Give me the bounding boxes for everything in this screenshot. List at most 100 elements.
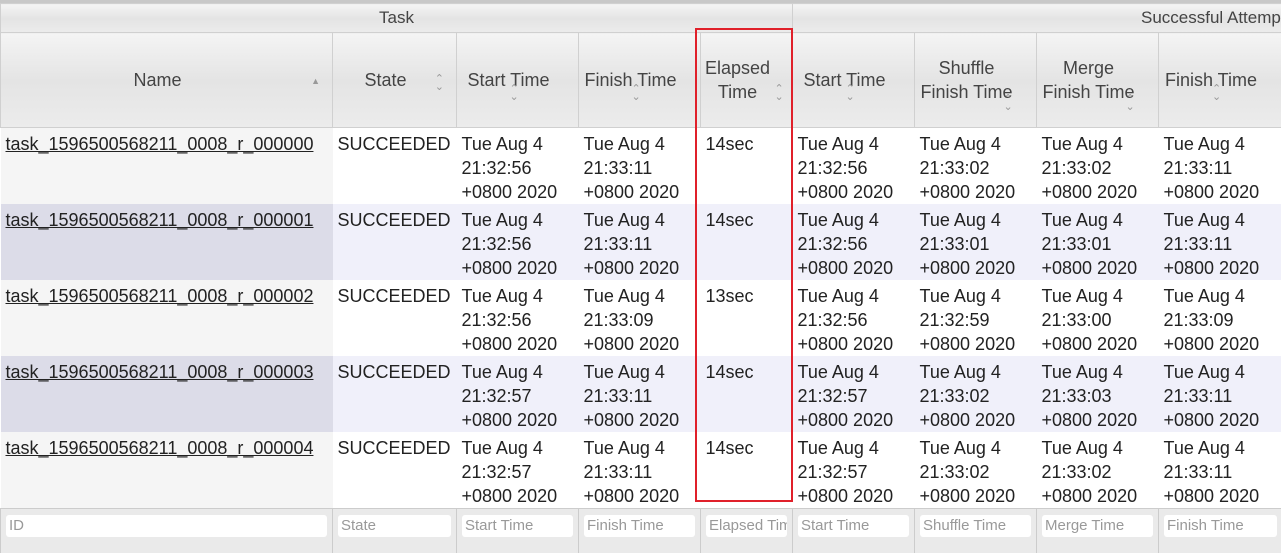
cell-finish-time: Tue Aug 4 21:33:11 +0800 2020 bbox=[579, 204, 701, 280]
cell-start-time: Tue Aug 4 21:32:56 +0800 2020 bbox=[457, 128, 579, 205]
column-header-attempt-start-time[interactable]: Start Time⌃⌄ bbox=[793, 33, 915, 128]
cell-elapsed-time: 14sec bbox=[701, 128, 793, 205]
column-header-name[interactable]: Name ▲ bbox=[1, 33, 333, 128]
cell-merge-finish-time: Tue Aug 4 21:33:01 +0800 2020 bbox=[1037, 204, 1159, 280]
task-link[interactable]: task_1596500568211_0008_r_000004 bbox=[6, 438, 314, 458]
column-header-elapsed-time[interactable]: Elapsed Time ⌃⌄ bbox=[701, 33, 793, 128]
filter-cell: Shuffle Time bbox=[915, 509, 1037, 553]
cell-finish-time: Tue Aug 4 21:33:11 +0800 2020 bbox=[579, 128, 701, 205]
filter-cell: Start Time bbox=[457, 509, 579, 553]
column-header-label: Name bbox=[133, 70, 181, 90]
cell-elapsed-time: 14sec bbox=[701, 356, 793, 432]
table-row: task_1596500568211_0008_r_000003 SUCCEEDE… bbox=[1, 356, 1281, 432]
column-header-label: State bbox=[364, 70, 406, 90]
filter-cell: Finish Time bbox=[579, 509, 701, 553]
filter-input-attempt-start-time[interactable]: Start Time bbox=[798, 515, 909, 537]
cell-finish-time: Tue Aug 4 21:33:11 +0800 2020 bbox=[579, 432, 701, 509]
cell-attempt-finish-time: Tue Aug 4 21:33:09 +0800 2020 bbox=[1159, 280, 1281, 356]
cell-attempt-finish-time: Tue Aug 4 21:33:11 +0800 2020 bbox=[1159, 128, 1281, 205]
cell-name: task_1596500568211_0008_r_000002 bbox=[1, 280, 333, 356]
cell-name: task_1596500568211_0008_r_000003 bbox=[1, 356, 333, 432]
filter-input-elapsed-time[interactable]: Elapsed Time bbox=[706, 515, 787, 537]
column-header-start-time[interactable]: Start Time⌃⌄ bbox=[457, 33, 579, 128]
cell-state: SUCCEEDED bbox=[333, 432, 457, 509]
filter-input-start-time[interactable]: Start Time bbox=[462, 515, 573, 537]
column-header-finish-time[interactable]: Finish Time⌃⌄ bbox=[579, 33, 701, 128]
sort-both-icon[interactable]: ⌃⌄ bbox=[775, 85, 784, 101]
filter-cell: Finish Time bbox=[1159, 509, 1281, 553]
cell-start-time: Tue Aug 4 21:32:57 +0800 2020 bbox=[457, 432, 579, 509]
sort-both-icon[interactable]: ⌃⌄ bbox=[632, 85, 641, 101]
filter-cell: Start Time bbox=[793, 509, 915, 553]
cell-merge-finish-time: Tue Aug 4 21:33:03 +0800 2020 bbox=[1037, 356, 1159, 432]
cell-state: SUCCEEDED bbox=[333, 356, 457, 432]
cell-start-time: Tue Aug 4 21:32:56 +0800 2020 bbox=[457, 204, 579, 280]
cell-shuffle-finish-time: Tue Aug 4 21:33:02 +0800 2020 bbox=[915, 128, 1037, 205]
column-header-label: Elapsed Time bbox=[705, 58, 770, 102]
filter-cell: ID bbox=[1, 509, 333, 553]
cell-state: SUCCEEDED bbox=[333, 128, 457, 205]
filter-row: ID State Start Time Finish Time Elapsed Time… bbox=[1, 509, 1281, 553]
cell-start-time: Tue Aug 4 21:32:57 +0800 2020 bbox=[457, 356, 579, 432]
sort-both-icon[interactable]: ⌃⌄ bbox=[846, 85, 855, 101]
cell-elapsed-time: 14sec bbox=[701, 204, 793, 280]
cell-attempt-start-time: Tue Aug 4 21:32:56 +0800 2020 bbox=[793, 128, 915, 205]
sort-both-icon[interactable]: ⌃⌄ bbox=[1126, 95, 1135, 111]
filter-cell: Merge Time bbox=[1037, 509, 1159, 553]
column-header-merge-finish-time[interactable]: Merge Finish Time⌃⌄ bbox=[1037, 33, 1159, 128]
column-header-label: Start Time bbox=[803, 70, 885, 90]
group-header-task: Task bbox=[1, 4, 793, 33]
column-header-attempt-finish-time[interactable]: Finish Time⌃⌄ bbox=[1159, 33, 1281, 128]
sort-both-icon[interactable]: ⌃⌄ bbox=[1212, 85, 1221, 101]
cell-merge-finish-time: Tue Aug 4 21:33:02 +0800 2020 bbox=[1037, 432, 1159, 509]
column-header-label: Start Time bbox=[467, 70, 549, 90]
tasks-table: Task Successful Attempt Name▲State⌃⌄Star… bbox=[0, 3, 1281, 553]
cell-merge-finish-time: Tue Aug 4 21:33:00 +0800 2020 bbox=[1037, 280, 1159, 356]
filter-cell: Elapsed Time bbox=[701, 509, 793, 553]
cell-shuffle-finish-time: Tue Aug 4 21:33:01 +0800 2020 bbox=[915, 204, 1037, 280]
cell-attempt-finish-time: Tue Aug 4 21:33:11 +0800 2020 bbox=[1159, 204, 1281, 280]
cell-start-time: Tue Aug 4 21:32:56 +0800 2020 bbox=[457, 280, 579, 356]
filter-input-merge-finish-time[interactable]: Merge Time bbox=[1042, 515, 1153, 537]
cell-merge-finish-time: Tue Aug 4 21:33:02 +0800 2020 bbox=[1037, 128, 1159, 205]
sort-ascending-icon[interactable]: ▲ bbox=[311, 77, 320, 85]
column-header-label: Merge Finish Time bbox=[1042, 58, 1134, 102]
column-header-label: Finish Time bbox=[1165, 70, 1257, 90]
task-link[interactable]: task_1596500568211_0008_r_000001 bbox=[6, 210, 314, 230]
table-row: task_1596500568211_0008_r_000000 SUCCEEDE… bbox=[1, 128, 1281, 205]
cell-state: SUCCEEDED bbox=[333, 280, 457, 356]
table-row: task_1596500568211_0008_r_000002 SUCCEEDE… bbox=[1, 280, 1281, 356]
filter-input-shuffle-finish-time[interactable]: Shuffle Time bbox=[920, 515, 1031, 537]
task-link[interactable]: task_1596500568211_0008_r_000003 bbox=[6, 362, 314, 382]
filter-input-state[interactable]: State bbox=[338, 515, 451, 537]
column-header-label: Shuffle Finish Time bbox=[920, 58, 1012, 102]
column-header-state[interactable]: State ⌃⌄ bbox=[333, 33, 457, 128]
filter-cell: State bbox=[333, 509, 457, 553]
filter-input-attempt-finish-time[interactable]: Finish Time bbox=[1164, 515, 1277, 537]
cell-elapsed-time: 13sec bbox=[701, 280, 793, 356]
cell-finish-time: Tue Aug 4 21:33:09 +0800 2020 bbox=[579, 280, 701, 356]
sort-both-icon[interactable]: ⌃⌄ bbox=[1004, 95, 1013, 111]
cell-name: task_1596500568211_0008_r_000001 bbox=[1, 204, 333, 280]
cell-elapsed-time: 14sec bbox=[701, 432, 793, 509]
cell-attempt-start-time: Tue Aug 4 21:32:56 +0800 2020 bbox=[793, 204, 915, 280]
task-link[interactable]: task_1596500568211_0008_r_000000 bbox=[6, 134, 314, 154]
cell-attempt-start-time: Tue Aug 4 21:32:57 +0800 2020 bbox=[793, 432, 915, 509]
cell-attempt-finish-time: Tue Aug 4 21:33:11 +0800 2020 bbox=[1159, 356, 1281, 432]
cell-shuffle-finish-time: Tue Aug 4 21:32:59 +0800 2020 bbox=[915, 280, 1037, 356]
cell-state: SUCCEEDED bbox=[333, 204, 457, 280]
cell-shuffle-finish-time: Tue Aug 4 21:33:02 +0800 2020 bbox=[915, 432, 1037, 509]
filter-input-name[interactable]: ID bbox=[6, 515, 327, 537]
sort-both-icon[interactable]: ⌃⌄ bbox=[510, 85, 519, 101]
cell-attempt-start-time: Tue Aug 4 21:32:57 +0800 2020 bbox=[793, 356, 915, 432]
sort-both-icon[interactable]: ⌃⌄ bbox=[435, 75, 444, 91]
cell-attempt-start-time: Tue Aug 4 21:32:56 +0800 2020 bbox=[793, 280, 915, 356]
column-header-label: Finish Time bbox=[584, 70, 676, 90]
column-header-shuffle-finish-time[interactable]: Shuffle Finish Time⌃⌄ bbox=[915, 33, 1037, 128]
cell-name: task_1596500568211_0008_r_000000 bbox=[1, 128, 333, 205]
task-link[interactable]: task_1596500568211_0008_r_000002 bbox=[6, 286, 314, 306]
group-header-successful-attempt: Successful Attempt bbox=[793, 4, 1281, 33]
table-row: task_1596500568211_0008_r_000004 SUCCEEDE… bbox=[1, 432, 1281, 509]
filter-input-finish-time[interactable]: Finish Time bbox=[584, 515, 695, 537]
cell-attempt-finish-time: Tue Aug 4 21:33:11 +0800 2020 bbox=[1159, 432, 1281, 509]
